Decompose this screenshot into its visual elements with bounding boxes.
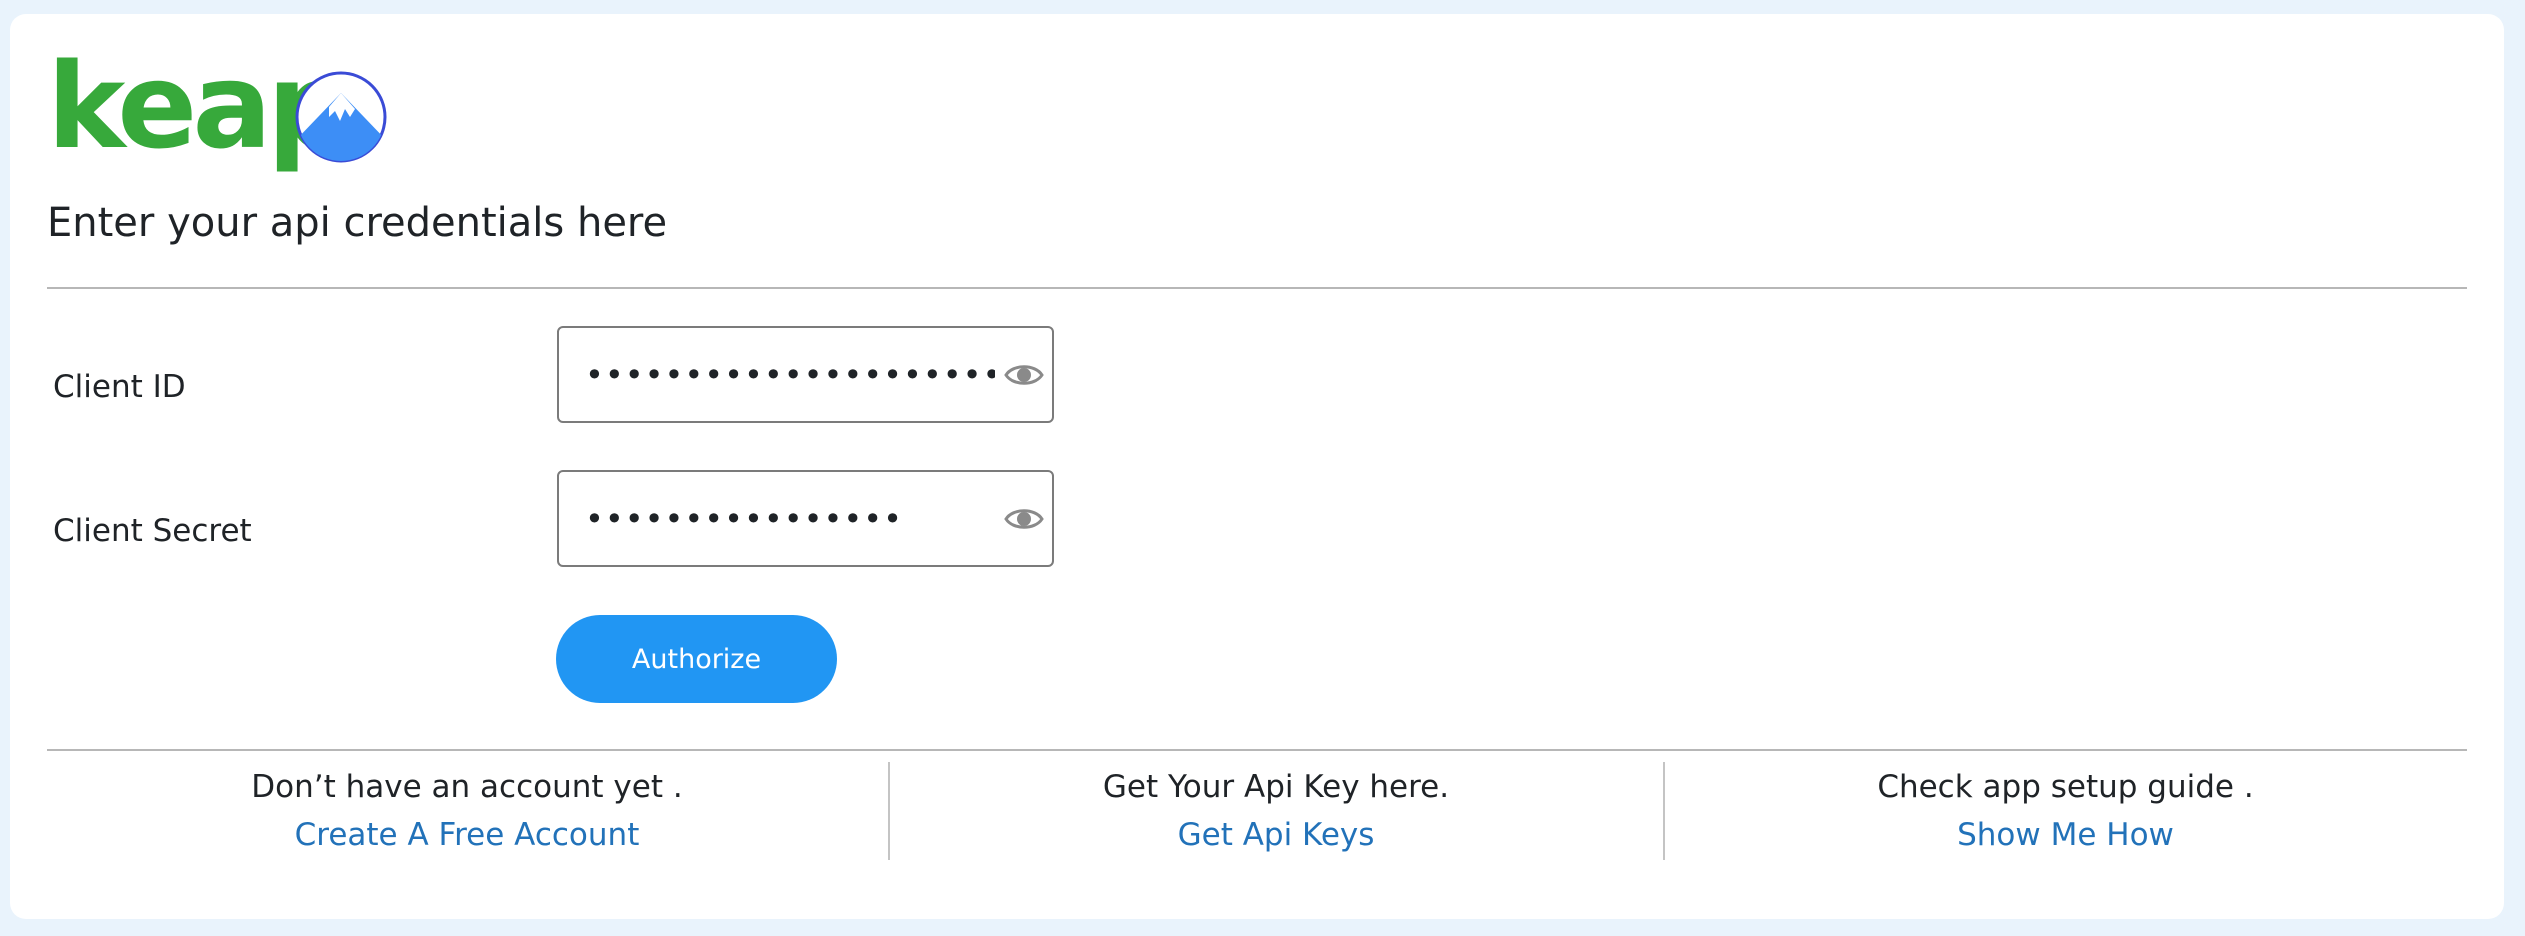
mountain-icon	[295, 71, 387, 163]
get-api-keys-link[interactable]: Get Api Keys	[1178, 814, 1375, 856]
footer-col-apikey: Get Your Api Key here. Get Api Keys	[889, 762, 1663, 860]
account-prompt: Don’t have an account yet .	[251, 769, 683, 805]
eye-icon[interactable]	[1004, 501, 1044, 537]
authorize-button[interactable]: Authorize	[556, 615, 837, 703]
eye-icon[interactable]	[1004, 357, 1044, 393]
client-id-label: Client ID	[53, 369, 186, 405]
client-secret-field-wrap	[557, 470, 1054, 567]
credentials-card: keap Enter your api credentials here Cli…	[10, 14, 2504, 919]
footer-divider	[47, 749, 2467, 751]
header-divider	[47, 287, 2467, 289]
apikey-prompt: Get Your Api Key here.	[1102, 769, 1450, 805]
guide-prompt: Check app setup guide .	[1877, 769, 2254, 805]
show-me-how-link[interactable]: Show Me How	[1957, 814, 2174, 856]
footer-col-account: Don’t have an account yet . Create A Fre…	[47, 762, 887, 860]
page-title: Enter your api credentials here	[47, 200, 668, 246]
footer-col-guide: Check app setup guide . Show Me How	[1664, 762, 2467, 860]
client-id-field-wrap	[557, 326, 1054, 423]
footer-links: Don’t have an account yet . Create A Fre…	[47, 762, 2467, 860]
client-secret-input[interactable]	[585, 472, 995, 565]
create-account-link[interactable]: Create A Free Account	[295, 814, 640, 856]
client-id-input[interactable]	[585, 328, 995, 421]
client-secret-label: Client Secret	[53, 513, 252, 549]
